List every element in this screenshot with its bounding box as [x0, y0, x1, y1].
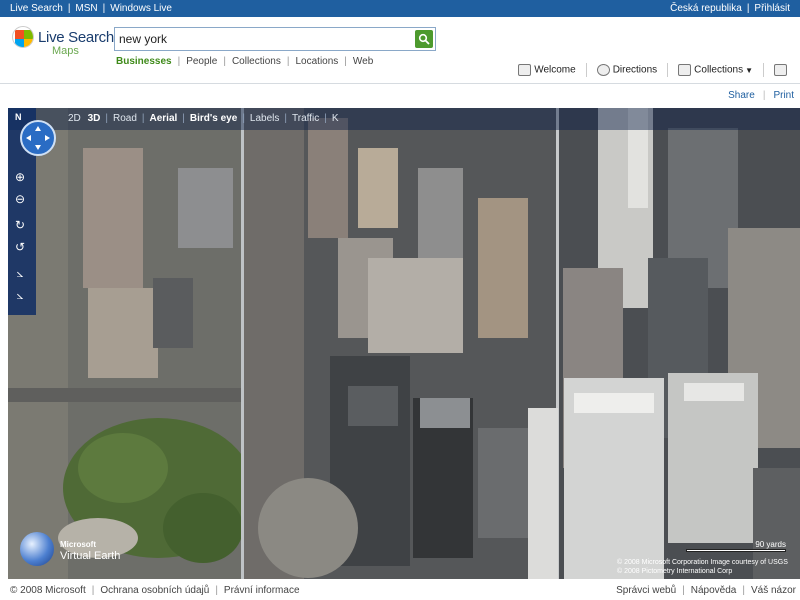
topbar-link-windows-live[interactable]: Windows Live [110, 3, 172, 14]
collections-label: Collections [694, 64, 744, 76]
topbar-account: Česká republika | Přihlásit [670, 3, 790, 14]
mode-3d[interactable]: 3D [88, 113, 101, 124]
globe-icon [20, 532, 54, 566]
compass-control[interactable]: N [15, 112, 56, 156]
mode-birds-eye[interactable]: Bird's eye [190, 113, 237, 124]
header-actions: Welcome Directions Collections ▼ [508, 63, 790, 77]
directions-label: Directions [612, 64, 658, 76]
collections-button[interactable]: Collections ▼ [678, 64, 753, 76]
collapse-toolbar-button[interactable]: K [332, 113, 339, 124]
zoom-out-icon[interactable]: ⊖ [13, 192, 27, 206]
header-divider [0, 83, 800, 84]
mode-aerial[interactable]: Aerial [150, 113, 178, 124]
region-link[interactable]: Česká republika [670, 3, 742, 14]
welcome-icon [518, 64, 532, 76]
topbar-link-live-search[interactable]: Live Search [10, 3, 63, 14]
footer: © 2008 Microsoft | Ochrana osobních údajů |… [0, 582, 800, 600]
map-view[interactable]: 2D 3D | Road | Aerial | Bird's eye | Labels | Traf… [8, 108, 800, 579]
footer-help-link[interactable]: Nápověda [691, 585, 737, 596]
footer-copyright: © 2008 Microsoft [10, 585, 86, 596]
mode-labels[interactable]: Labels [250, 113, 279, 124]
mode-road[interactable]: Road [113, 113, 137, 124]
mode-2d[interactable]: 2D [68, 113, 81, 124]
rotate-left-icon[interactable]: ↺ [13, 240, 27, 254]
map-copyright: © 2008 Microsoft Corporation Image court… [617, 559, 788, 575]
topbar-links: Live Search | MSN | Windows Live [10, 3, 172, 14]
footer-privacy-link[interactable]: Ochrana osobních údajů [100, 585, 209, 596]
search-input[interactable] [119, 31, 409, 47]
search-scopes: Businesses | People | Collections | Locations |… [116, 56, 374, 67]
virtual-earth-logo: Microsoft Virtual Earth [20, 532, 140, 572]
top-bar: Live Search | MSN | Windows Live Česká repub… [0, 0, 800, 17]
pan-arrows-icon [26, 126, 50, 150]
tilt-up-icon[interactable]: ⦣ [13, 266, 27, 280]
edit-button[interactable] [774, 64, 790, 76]
steering-wheel-icon [596, 64, 610, 76]
map-scale: 90 yards [686, 540, 786, 552]
welcome-button[interactable]: Welcome [518, 64, 576, 76]
edit-icon [774, 64, 787, 76]
map-navigation-panel: N ⊕ ⊖ ↻ ↺ ⦣ ⦣ [8, 108, 56, 315]
brand-title: Live Search [38, 29, 114, 46]
tilt-down-icon[interactable]: ⦣ [13, 288, 27, 302]
map-mode-bar: 2D 3D | Road | Aerial | Bird's eye | Labels | Traf… [8, 108, 800, 130]
print-link[interactable]: Print [773, 90, 794, 101]
collections-icon [678, 64, 692, 76]
chevron-down-icon: ▼ [745, 65, 753, 75]
scope-people[interactable]: People [186, 56, 217, 67]
search-box [114, 27, 436, 51]
footer-right: Správci webů | Nápověda | Váš názor [616, 585, 796, 596]
footer-left: © 2008 Microsoft | Ochrana osobních údajů |… [10, 585, 300, 596]
search-icon [418, 33, 430, 45]
share-print-row: Share | Print [728, 90, 794, 101]
scope-locations[interactable]: Locations [295, 56, 338, 67]
scope-businesses[interactable]: Businesses [116, 56, 172, 67]
welcome-label: Welcome [534, 64, 576, 76]
rotate-right-icon[interactable]: ↻ [13, 218, 27, 232]
ve-microsoft-label: Microsoft [60, 540, 96, 549]
scope-web[interactable]: Web [353, 56, 373, 67]
scope-collections[interactable]: Collections [232, 56, 281, 67]
north-label: N [15, 112, 22, 122]
footer-feedback-link[interactable]: Váš názor [751, 585, 796, 596]
brand-subtitle: Maps [52, 45, 79, 57]
footer-webmaster-link[interactable]: Správci webů [616, 585, 676, 596]
live-search-maps-logo[interactable]: Live Search Maps [12, 26, 114, 60]
footer-legal-link[interactable]: Právní informace [224, 585, 300, 596]
topbar-link-msn[interactable]: MSN [75, 3, 97, 14]
mode-traffic[interactable]: Traffic [292, 113, 319, 124]
windows-flag-icon [12, 26, 34, 48]
zoom-in-icon[interactable]: ⊕ [13, 170, 27, 184]
share-link[interactable]: Share [728, 90, 755, 101]
search-button[interactable] [415, 30, 433, 48]
scale-bar [686, 549, 786, 552]
aerial-imagery [8, 108, 800, 579]
ve-name-label: Virtual Earth [60, 550, 121, 562]
map-mode-switcher: 2D 3D | Road | Aerial | Bird's eye | Labels | Traf… [68, 113, 339, 124]
signin-link[interactable]: Přihlásit [754, 3, 790, 14]
scale-label: 90 yards [755, 540, 786, 549]
directions-button[interactable]: Directions [596, 64, 658, 76]
